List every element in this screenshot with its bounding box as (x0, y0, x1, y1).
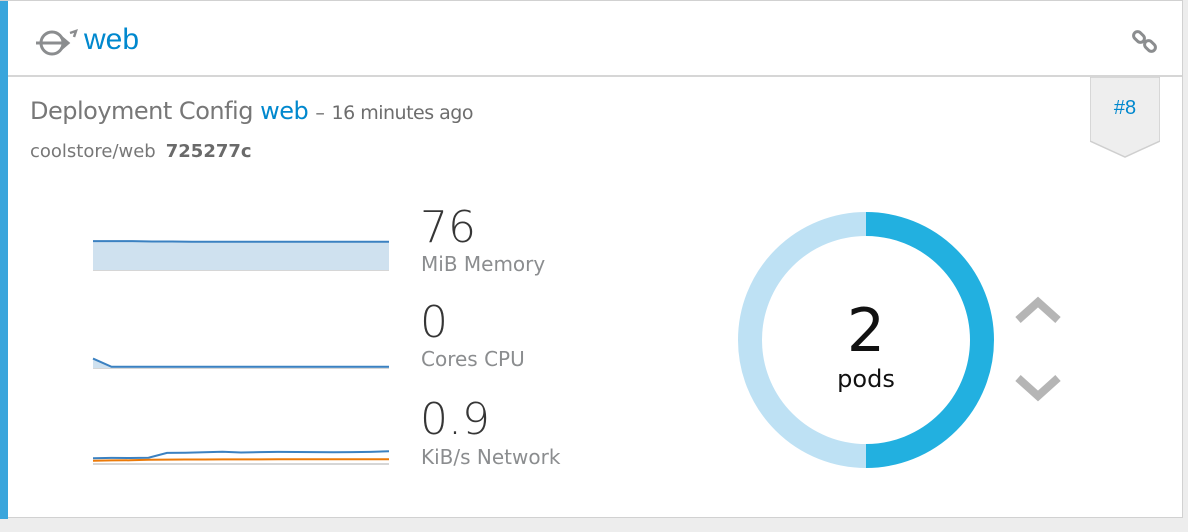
memory-sparkline (93, 240, 389, 271)
card-header: web (8, 1, 1182, 77)
network-value: 0.9 (420, 394, 490, 445)
deployment-card: web Deployment Config web – 16 minutes a… (0, 0, 1183, 519)
cpu-sparkline (92, 357, 390, 369)
sparkline-series-line (92, 450, 390, 460)
service-route-icon (36, 29, 78, 56)
sparkline-series-line (92, 458, 389, 462)
memory-label: MiB Memory (421, 252, 546, 276)
network-label: KiB/s Network (421, 445, 561, 469)
network-sparkline (92, 450, 390, 465)
chevron-down-icon (1015, 375, 1061, 402)
scale-down-button[interactable] (1012, 371, 1064, 405)
image-repository: coolstore/web (30, 141, 156, 162)
image-commit-id: 725277c (165, 141, 252, 162)
age-separator: – (315, 102, 325, 124)
deployment-age: 16 minutes ago (331, 102, 474, 124)
memory-value: 76 (420, 202, 476, 253)
scale-up-button[interactable] (1012, 293, 1064, 327)
link-icon[interactable] (1130, 27, 1160, 57)
chevron-up-icon (1015, 296, 1061, 323)
cpu-value: 0 (420, 297, 448, 348)
deployment-config-line: Deployment Config web – 16 minutes ago (30, 97, 473, 125)
service-title-link[interactable]: web (84, 23, 139, 57)
sparkline-area (93, 241, 389, 270)
sparkline-series-line (93, 240, 389, 243)
deployment-config-link[interactable]: web (260, 97, 309, 125)
revision-badge-label: #8 (1113, 97, 1137, 119)
cpu-label: Cores CPU (421, 347, 525, 371)
revision-badge[interactable]: #8 (1090, 77, 1160, 159)
deployment-type-label: Deployment Config (30, 97, 253, 125)
card-accent-bar (0, 1, 8, 519)
sparkline-series-line (92, 357, 390, 368)
pods-count: 2 (846, 296, 886, 366)
image-line: coolstore/web 725277c (30, 141, 252, 162)
pods-label: pods (837, 365, 895, 393)
